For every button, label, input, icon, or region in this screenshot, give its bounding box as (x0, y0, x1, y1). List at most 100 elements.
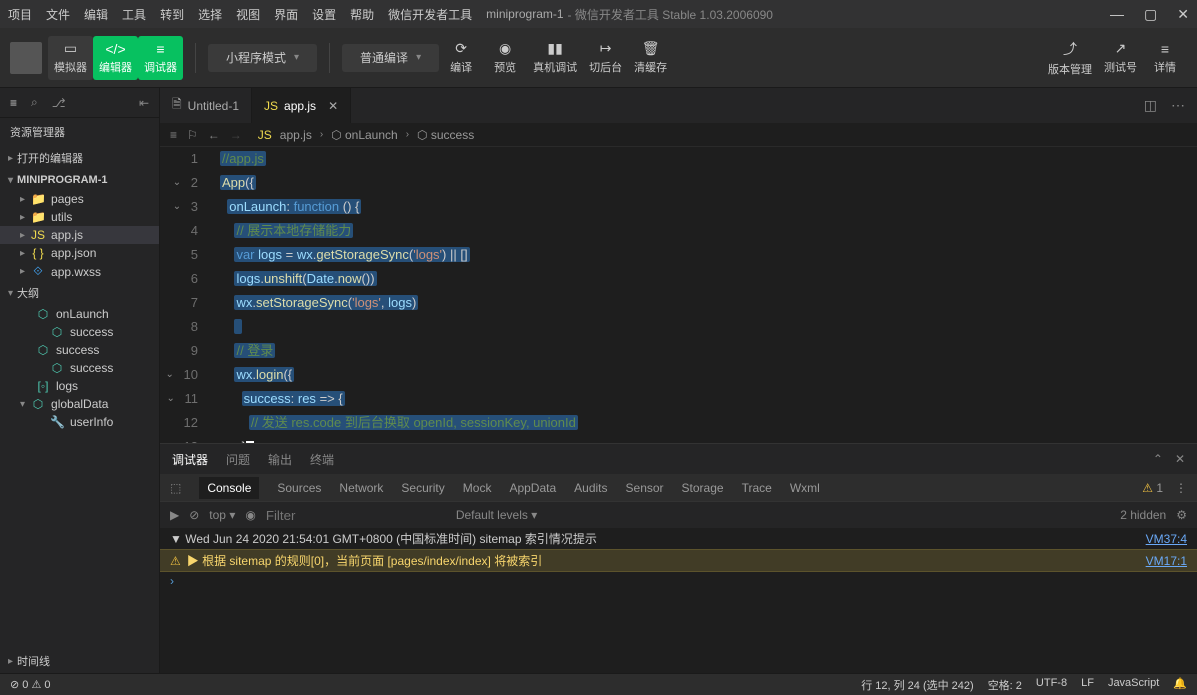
devtools-tab[interactable]: Audits (574, 481, 607, 495)
devtools-tab[interactable]: Storage (682, 481, 724, 495)
panel-tab[interactable]: 调试器 (172, 451, 208, 468)
version-button[interactable]: ⤴版本管理 (1042, 36, 1098, 80)
compile-dropdown[interactable]: 普通编译▾ (342, 44, 439, 72)
devtools-tab[interactable]: AppData (509, 481, 556, 495)
remote-debug-button[interactable]: ▮▮真机调试 (527, 36, 583, 80)
problems-status[interactable]: ⊘ 0 ⚠ 0 (10, 678, 50, 691)
menu-item[interactable]: 设置 (312, 6, 336, 23)
devtools-tab[interactable]: Sensor (626, 481, 664, 495)
code-editor[interactable]: 1⌄2⌄3456789⌄10⌄111213 //app.jsApp({ onLa… (160, 147, 1197, 443)
gear-icon[interactable]: ⚙ (1176, 508, 1187, 522)
panel-tab[interactable]: 输出 (268, 451, 292, 468)
bookmark-icon[interactable]: ⚐ (187, 128, 198, 142)
project-section[interactable]: ▾MINIPROGRAM-1 (0, 170, 159, 190)
mode-dropdown[interactable]: 小程序模式▾ (208, 44, 317, 72)
outline-item[interactable]: ⬡success (0, 323, 159, 341)
menu-item[interactable]: 项目 (8, 6, 32, 23)
simulator-button[interactable]: ▭模拟器 (48, 36, 93, 80)
maximize-icon[interactable]: ▢ (1144, 6, 1157, 23)
avatar[interactable] (10, 42, 42, 74)
panel-tab[interactable]: 问题 (226, 451, 250, 468)
levels-dropdown[interactable]: Default levels ▾ (456, 508, 537, 522)
background-button[interactable]: ↦切后台 (583, 36, 628, 80)
console-warning[interactable]: ⚠ ▶ 根据 sitemap 的规则[0]，当前页面 [pages/index/… (160, 549, 1197, 572)
log-source-link[interactable]: VM17:1 (1146, 554, 1187, 568)
testno-button[interactable]: ↗测试号 (1098, 36, 1143, 80)
file-tree-item[interactable]: ▸JSapp.js (0, 226, 159, 244)
console-prompt[interactable]: › (160, 572, 1197, 590)
tab-untitled[interactable]: 🗎Untitled-1 (160, 88, 252, 123)
devtools-more-icon[interactable]: ⋮ (1175, 481, 1187, 495)
play-icon[interactable]: ▶ (170, 508, 179, 522)
encoding-status[interactable]: UTF-8 (1036, 677, 1067, 693)
clear-cache-button[interactable]: 🗑清缓存 (628, 36, 673, 80)
log-source-link[interactable]: VM37:4 (1146, 532, 1187, 546)
clear-icon[interactable]: ⊘ (189, 508, 199, 522)
menu-item[interactable]: 界面 (274, 6, 298, 23)
branch-icon[interactable]: ⎇ (52, 96, 66, 110)
console-group[interactable]: ▼ Wed Jun 24 2020 21:54:01 GMT+0800 (中国标… (160, 528, 1197, 549)
menu-item[interactable]: 工具 (122, 6, 146, 23)
menu-item[interactable]: 编辑 (84, 6, 108, 23)
devtools-tab[interactable]: Mock (463, 481, 492, 495)
inspect-icon[interactable]: ⬚ (170, 481, 181, 495)
breadcrumb-item[interactable]: ⬡ onLaunch (331, 128, 398, 142)
collapse-icon[interactable]: ⇤ (139, 96, 149, 110)
panel-tab[interactable]: 终端 (310, 451, 334, 468)
devtools-tab[interactable]: Console (199, 477, 259, 499)
outline-item[interactable]: ⬡success (0, 359, 159, 377)
outline-item[interactable]: ⬡success (0, 341, 159, 359)
forward-icon[interactable]: → (230, 128, 242, 142)
editor-button[interactable]: </>编辑器 (93, 36, 138, 80)
file-tree-item[interactable]: ▸📁pages (0, 190, 159, 208)
menu-item[interactable]: 帮助 (350, 6, 374, 23)
compile-button[interactable]: ⟳编译 (439, 36, 483, 80)
filter-input[interactable] (266, 508, 446, 523)
timeline-section[interactable]: ▸时间线 (0, 649, 159, 673)
minimize-icon[interactable]: — (1110, 6, 1124, 23)
breadcrumb-item[interactable]: ⬡ success (417, 128, 474, 142)
breadcrumb-item[interactable]: app.js (280, 128, 312, 142)
outline-item[interactable]: [◦]logs (0, 377, 159, 395)
cursor-position[interactable]: 行 12, 列 24 (选中 242) (861, 677, 974, 693)
outline-item[interactable]: ⬡onLaunch (0, 305, 159, 323)
devtools-tab[interactable]: Security (401, 481, 444, 495)
close-tab-icon[interactable]: ✕ (328, 99, 338, 113)
menu-item[interactable]: 文件 (46, 6, 70, 23)
file-tree-item[interactable]: ▸{ }app.json (0, 244, 159, 262)
more-icon[interactable]: ⋯ (1171, 97, 1185, 114)
file-tree-item[interactable]: ▸📁utils (0, 208, 159, 226)
tab-app-js[interactable]: JSapp.js✕ (252, 88, 351, 123)
outline-item[interactable]: ▾⬡globalData (0, 395, 159, 413)
open-editors-section[interactable]: ▸打开的编辑器 (0, 146, 159, 170)
devtools-tab[interactable]: Wxml (790, 481, 820, 495)
devtools-tab[interactable]: Network (339, 481, 383, 495)
devtools-tab[interactable]: Trace (742, 481, 772, 495)
menu-icon[interactable]: ≡ (10, 96, 17, 110)
warn-badge[interactable]: ⚠ 1 (1142, 481, 1163, 495)
preview-button[interactable]: ◉预览 (483, 36, 527, 80)
file-tree-item[interactable]: ▸⟐app.wxss (0, 262, 159, 281)
back-icon[interactable]: ← (208, 128, 220, 142)
devtools-tab[interactable]: Sources (277, 481, 321, 495)
panel-collapse-icon[interactable]: ⌃ (1153, 452, 1163, 466)
indent-status[interactable]: 空格: 2 (988, 677, 1022, 693)
eol-status[interactable]: LF (1081, 677, 1094, 693)
menu-item[interactable]: 微信开发者工具 (388, 6, 472, 23)
search-icon[interactable]: ⌕ (31, 95, 38, 110)
context-dropdown[interactable]: top ▾ (209, 508, 235, 522)
language-status[interactable]: JavaScript (1108, 677, 1159, 693)
debugger-button[interactable]: ≡调试器 (138, 36, 183, 80)
close-icon[interactable]: ✕ (1177, 6, 1189, 23)
menu-item[interactable]: 选择 (198, 6, 222, 23)
console-body[interactable]: ▼ Wed Jun 24 2020 21:54:01 GMT+0800 (中国标… (160, 528, 1197, 673)
list-icon[interactable]: ≡ (170, 128, 177, 142)
hidden-count[interactable]: 2 hidden (1120, 508, 1166, 522)
panel-close-icon[interactable]: ✕ (1175, 452, 1185, 466)
outline-section[interactable]: ▾大纲 (0, 281, 159, 305)
bell-icon[interactable]: 🔔 (1173, 677, 1187, 693)
outline-item[interactable]: 🔧userInfo (0, 413, 159, 431)
eye-icon[interactable]: ◉ (245, 508, 255, 522)
detail-button[interactable]: ≡详情 (1143, 36, 1187, 80)
menu-item[interactable]: 视图 (236, 6, 260, 23)
